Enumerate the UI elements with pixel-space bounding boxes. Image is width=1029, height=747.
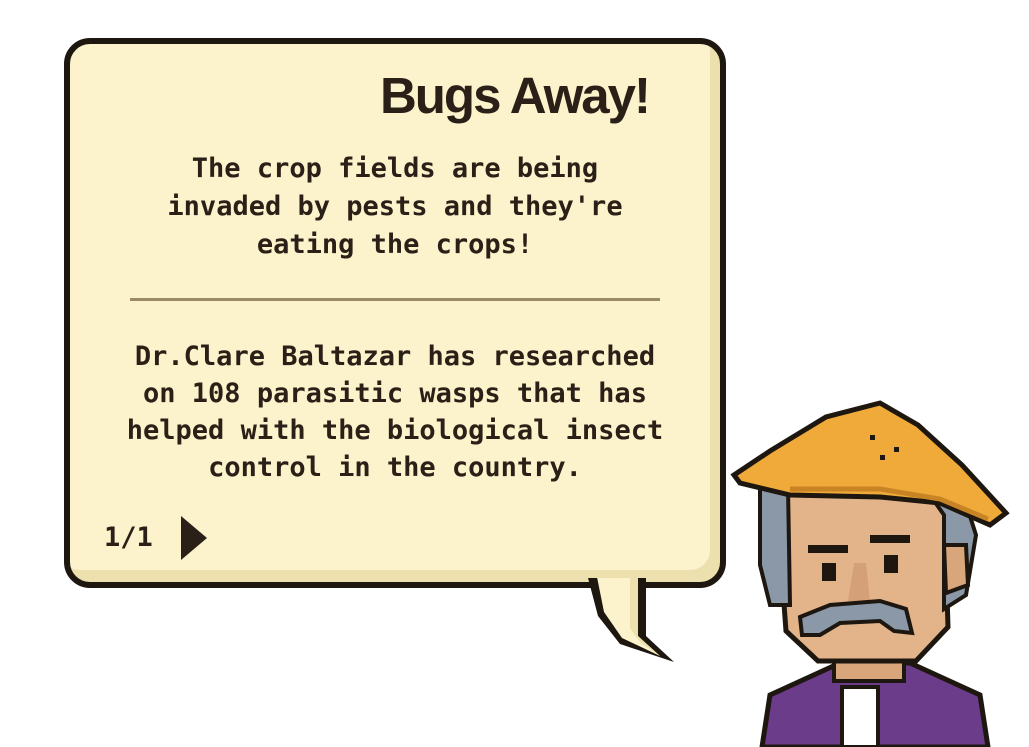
play-arrow-icon[interactable]	[181, 516, 207, 560]
dialog-fact-text: Dr.Clare Baltazar has researched on 108 …	[126, 341, 664, 483]
speech-bubble-tail	[588, 578, 674, 662]
dialog-title: Bugs Away!	[379, 67, 651, 124]
page-counter: 1/1	[104, 522, 153, 553]
farmer-icon	[730, 400, 1010, 747]
divider	[130, 298, 660, 301]
dialog-intro-text: The crop fields are being invaded by pes…	[167, 153, 623, 260]
